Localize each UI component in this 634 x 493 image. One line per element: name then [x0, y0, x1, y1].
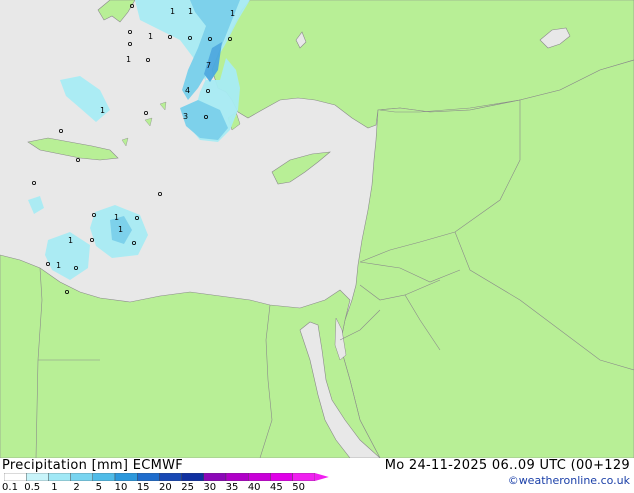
legend-tick-label: 2	[73, 482, 80, 493]
point-label: 1	[126, 55, 131, 64]
legend-tick-label: 45	[270, 482, 283, 493]
point-label: 1	[188, 7, 193, 16]
legend-tick-label: 40	[247, 482, 261, 493]
forecast-datetime: Mo 24-11-2025 06..09 UTC (00+129	[384, 458, 630, 473]
legend-swatch	[70, 473, 93, 481]
legend-swatch	[181, 473, 205, 481]
legend-tick-label: 50	[292, 482, 305, 493]
source-credit[interactable]: ©weatheronline.co.uk	[508, 474, 630, 487]
land-levant-arabia	[339, 59, 634, 458]
point-label: 1	[118, 225, 123, 234]
legend-swatch	[48, 473, 71, 481]
legend-swatch	[203, 473, 227, 481]
legend-tick-label: 30	[203, 482, 217, 493]
map-footer: Precipitation [mm] ECMWF Mo 24-11-2025 0…	[0, 458, 634, 493]
legend-tick-label: 5	[95, 482, 102, 493]
point-label: 1	[170, 7, 175, 16]
legend-swatch	[247, 473, 271, 481]
legend-tick-label: 15	[136, 482, 150, 493]
legend-swatch	[159, 473, 182, 481]
legend-tick-label: 1	[51, 482, 58, 493]
legend-tick-label: 0.5	[24, 482, 41, 493]
point-label: 3	[183, 112, 188, 121]
legend-swatch	[114, 473, 138, 481]
legend-tick-label: 10	[114, 482, 128, 493]
precipitation-map: 1 1 1 1 1 1 7 4 3 1 1 1 1	[0, 0, 634, 458]
point-label: 1	[56, 261, 61, 270]
legend-tick-label: 0.1	[2, 482, 18, 493]
legend-swatch	[92, 473, 116, 481]
point-label: 1	[68, 236, 73, 245]
legend-swatch	[270, 473, 293, 481]
legend-swatch	[136, 473, 160, 481]
point-label: 1	[148, 32, 153, 41]
legend-swatch	[225, 473, 249, 481]
color-legend-bar	[4, 473, 329, 481]
legend-swatch	[4, 473, 27, 481]
legend-arrow	[314, 473, 329, 481]
point-label: 1	[114, 213, 119, 222]
legend-tick-label: 20	[159, 482, 172, 493]
legend-tick-label: 25	[181, 482, 194, 493]
legend-tick-label: 35	[225, 482, 239, 493]
point-label: 1	[230, 9, 235, 18]
map-title: Precipitation [mm] ECMWF	[2, 458, 184, 473]
point-label: 4	[185, 86, 190, 95]
point-label: 7	[206, 61, 211, 70]
legend-swatch	[292, 473, 316, 481]
legend-swatch	[26, 473, 49, 481]
point-label: 1	[100, 106, 105, 115]
